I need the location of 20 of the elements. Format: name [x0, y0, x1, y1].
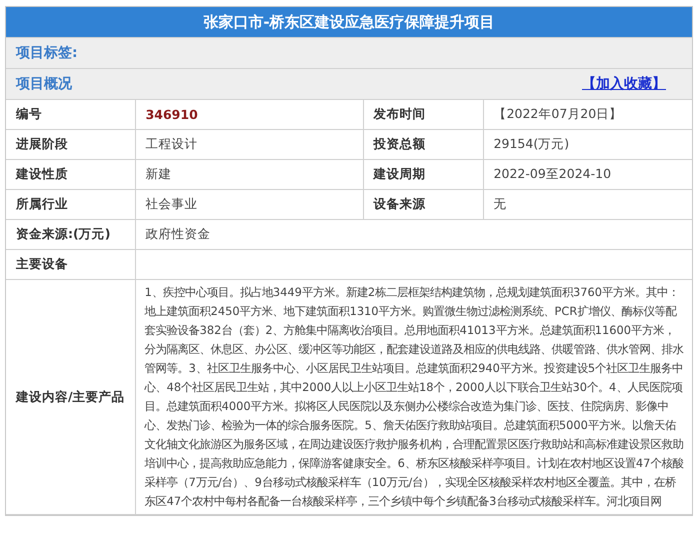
field-value: 【2022年07月20日】: [483, 100, 692, 130]
field-label: 建设内容/主要产品: [6, 280, 136, 514]
page-title: 张家口市-桥东区建设应急医疗保障提升项目: [6, 7, 692, 37]
field-label: 发布时间: [363, 100, 484, 130]
field-value: 新建: [135, 160, 364, 190]
field-label: 所属行业: [6, 190, 136, 220]
field-label: 建设性质: [6, 160, 136, 190]
tags-label: 项目标签:: [16, 44, 78, 62]
overview-label: 项目概况: [16, 75, 72, 93]
add-favorite-link[interactable]: 【加入收藏】: [582, 75, 666, 93]
field-label: 设备来源: [363, 190, 484, 220]
field-label: 主要设备: [6, 250, 136, 280]
field-label: 投资总额: [363, 130, 484, 160]
field-label: 进展阶段: [6, 130, 136, 160]
field-label: 建设周期: [363, 160, 484, 190]
field-value: 工程设计: [135, 130, 364, 160]
field-value: 346910: [135, 100, 364, 130]
field-label: 资金来源:(万元): [6, 220, 136, 250]
field-value: 社会事业: [135, 190, 364, 220]
field-label: 编号: [6, 100, 136, 130]
